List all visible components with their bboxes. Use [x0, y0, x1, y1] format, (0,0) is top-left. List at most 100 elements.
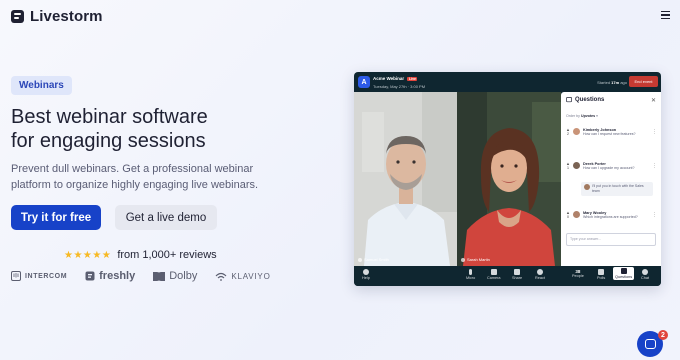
hero-subtitle-line-1: Prevent dull webinars. Get a professiona…	[11, 163, 254, 175]
question-text: How can I request new features?	[583, 132, 636, 136]
answer-input[interactable]: Type your answer...	[566, 233, 656, 246]
share-label: Share	[512, 276, 523, 280]
freshly-icon	[85, 271, 95, 281]
upvote-count: 0	[566, 214, 570, 219]
question-item: ▲ 2 Kimberly Johnson How can I request ne…	[566, 128, 658, 137]
brand-name: Livestorm	[30, 8, 103, 25]
livestorm-logo[interactable]: Livestorm	[11, 8, 103, 25]
webinar-date: Tuesday, May 27th · 3:00 PM	[373, 84, 426, 89]
intercom-logo: INTERCOM	[11, 271, 67, 281]
avatar	[573, 128, 580, 135]
upvote-count: 1	[566, 165, 570, 170]
questions-tab-button[interactable]: Questions	[613, 267, 635, 280]
hero-title: Best webinar software for engaging sessi…	[11, 105, 311, 153]
polls-button[interactable]: Polls	[597, 269, 605, 280]
smiley-icon	[536, 269, 543, 275]
react-label: React	[535, 276, 545, 280]
speaker-1-image	[354, 92, 457, 266]
people-label: People	[572, 274, 584, 278]
upvote-control[interactable]: ▲ 1	[566, 162, 570, 171]
get-a-live-demo-button[interactable]: Get a live demo	[115, 205, 217, 230]
people-button[interactable]: 38 People	[572, 269, 584, 278]
customer-logos: INTERCOM freshly Dolby KLAVIYO	[11, 270, 271, 282]
webinar-logo-icon: A	[358, 76, 370, 88]
chat-bubble-icon	[644, 339, 656, 349]
freshly-logo: freshly	[85, 270, 135, 282]
try-it-for-free-button[interactable]: Try it for free	[11, 205, 101, 230]
camera-button[interactable]: Camera	[487, 269, 501, 280]
reviews-rating: ★★★★★ from 1,000+ reviews	[64, 249, 217, 261]
webinar-title: Acme Webinar Live	[373, 76, 418, 81]
question-item: ▲ 1 Derek Porter How can I upgrade my acc…	[566, 162, 658, 171]
chat-label: Chat	[641, 276, 650, 280]
help-label: Help	[362, 276, 370, 280]
app-top-bar: A Acme Webinar Live Tuesday, May 27th · …	[354, 72, 661, 92]
camera-label: Camera	[487, 276, 501, 280]
more-options-icon[interactable]: ⋮	[652, 163, 657, 169]
dolby-icon	[153, 271, 166, 281]
livestorm-logo-icon	[11, 10, 24, 23]
star-rating-icon: ★★★★★	[64, 249, 112, 261]
avatar	[573, 162, 580, 169]
microphone-icon	[469, 269, 473, 275]
questions-order[interactable]: Order by Upvotes ▾	[566, 114, 598, 118]
question-icon	[620, 268, 627, 274]
speaker-1-name: Samuel Smith	[364, 257, 389, 262]
speaker-2-label: Sarah Martin	[461, 257, 490, 262]
react-button[interactable]: React	[535, 269, 545, 280]
mic-status-icon	[358, 257, 362, 262]
klaviyo-logo-text: KLAVIYO	[231, 271, 271, 281]
help-icon	[362, 269, 369, 275]
question-item: ▲ 0 Mary Wooley Which integrations are su…	[566, 211, 658, 220]
hero-subtitle: Prevent dull webinars. Get a professiona…	[11, 161, 291, 193]
upvote-count: 2	[566, 131, 570, 136]
question-text: Which integrations are supported?	[583, 215, 638, 219]
freshly-logo-text: freshly	[99, 270, 136, 282]
avatar	[584, 184, 590, 190]
hamburger-menu-icon[interactable]	[661, 11, 670, 19]
chat-button[interactable]: Chat	[641, 269, 649, 280]
webinar-app-preview: A Acme Webinar Live Tuesday, May 27th · …	[354, 72, 661, 286]
chat-notification-badge: 2	[658, 330, 668, 340]
more-options-icon[interactable]: ⋮	[652, 129, 657, 135]
micro-label: Micro	[466, 276, 476, 280]
close-icon[interactable]: ✕	[651, 97, 656, 104]
speaker-2-name: Sarah Martin	[467, 257, 490, 262]
started-value: 17m	[611, 80, 620, 85]
order-label: Order by	[566, 114, 580, 118]
question-text: How can I upgrade my account?	[583, 166, 635, 170]
klaviyo-logo: KLAVIYO	[215, 272, 270, 281]
end-event-button[interactable]: End event	[629, 76, 658, 87]
upvote-control[interactable]: ▲ 0	[566, 211, 570, 220]
intercom-logo-text: INTERCOM	[25, 272, 68, 280]
speaker-1-label: Samuel Smith	[358, 257, 389, 262]
webinars-badge: Webinars	[11, 76, 72, 95]
webinar-title-text: Acme Webinar	[373, 76, 405, 81]
chat-icon	[642, 269, 649, 275]
mic-status-icon	[461, 257, 465, 262]
hero-title-line-1: Best webinar software	[11, 106, 208, 128]
help-button[interactable]: Help	[362, 269, 370, 280]
questions-title: Questions	[575, 97, 605, 103]
camera-icon	[490, 269, 497, 275]
started-time: Started 17m ago	[597, 80, 627, 85]
klaviyo-icon	[215, 272, 227, 281]
intercom-icon	[11, 271, 21, 281]
reviews-count: from 1,000+ reviews	[117, 249, 217, 261]
live-badge: Live	[407, 76, 418, 81]
polls-icon	[598, 269, 605, 275]
reply-text: I'll put you in touch with the Sales tea…	[592, 184, 644, 193]
micro-button[interactable]: Micro	[466, 269, 475, 280]
dolby-logo: Dolby	[153, 270, 197, 282]
questions-panel: Questions ✕ Order by Upvotes ▾ ▲ 2 Kimber…	[561, 92, 661, 266]
video-tile-speaker-1: Samuel Smith	[354, 92, 457, 266]
more-options-icon[interactable]: ⋮	[652, 212, 657, 218]
order-value: Upvotes	[580, 114, 596, 118]
polls-label: Polls	[597, 276, 606, 280]
upvote-control[interactable]: ▲ 2	[566, 128, 570, 137]
share-icon	[514, 269, 521, 275]
video-tile-speaker-2: Sarah Martin	[457, 92, 561, 266]
avatar	[573, 211, 580, 218]
share-button[interactable]: Share	[512, 269, 522, 280]
dolby-logo-text: Dolby	[169, 270, 198, 282]
